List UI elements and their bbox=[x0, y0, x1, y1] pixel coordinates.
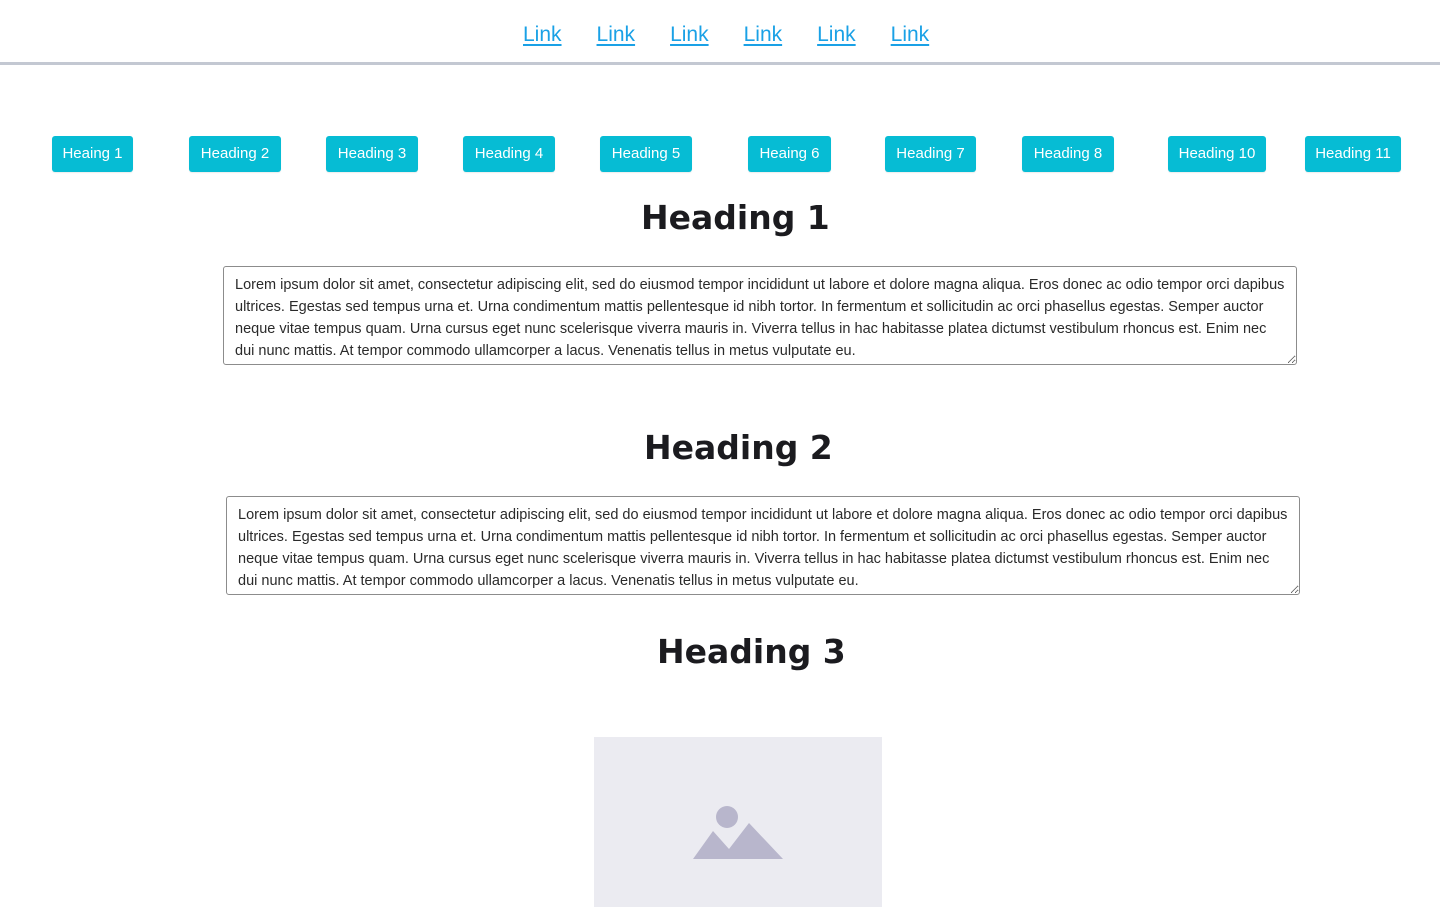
top-navigation: Link Link Link Link Link Link bbox=[0, 0, 1440, 65]
heading-button-row: Heaing 1 Heading 2 Heading 3 Heading 4 H… bbox=[0, 136, 1440, 172]
heading-3-button[interactable]: Heading 3 bbox=[326, 136, 418, 172]
heading-5-button[interactable]: Heading 5 bbox=[600, 136, 692, 172]
section-heading-2: Heading 2 bbox=[644, 428, 833, 467]
heading-8-button[interactable]: Heading 8 bbox=[1022, 136, 1114, 172]
nav-links: Link Link Link Link Link Link bbox=[523, 22, 929, 48]
heading-6-button[interactable]: Heaing 6 bbox=[748, 136, 831, 172]
heading-1-button[interactable]: Heaing 1 bbox=[52, 136, 133, 172]
image-placeholder-icon bbox=[693, 806, 783, 859]
nav-link-5[interactable]: Link bbox=[817, 22, 856, 48]
section-1-textarea[interactable]: Lorem ipsum dolor sit amet, consectetur … bbox=[223, 266, 1297, 365]
section-heading-3: Heading 3 bbox=[657, 632, 846, 671]
nav-link-2[interactable]: Link bbox=[597, 22, 636, 48]
heading-7-button[interactable]: Heading 7 bbox=[885, 136, 976, 172]
nav-link-1[interactable]: Link bbox=[523, 22, 562, 48]
section-2-textarea[interactable]: Lorem ipsum dolor sit amet, consectetur … bbox=[226, 496, 1300, 595]
heading-2-button[interactable]: Heading 2 bbox=[189, 136, 281, 172]
image-placeholder bbox=[594, 737, 882, 907]
section-heading-1: Heading 1 bbox=[641, 198, 830, 237]
heading-11-button[interactable]: Heading 11 bbox=[1305, 136, 1401, 172]
heading-4-button[interactable]: Heading 4 bbox=[463, 136, 555, 172]
nav-link-4[interactable]: Link bbox=[744, 22, 783, 48]
nav-link-6[interactable]: Link bbox=[891, 22, 930, 48]
heading-10-button[interactable]: Heading 10 bbox=[1168, 136, 1266, 172]
nav-link-3[interactable]: Link bbox=[670, 22, 709, 48]
